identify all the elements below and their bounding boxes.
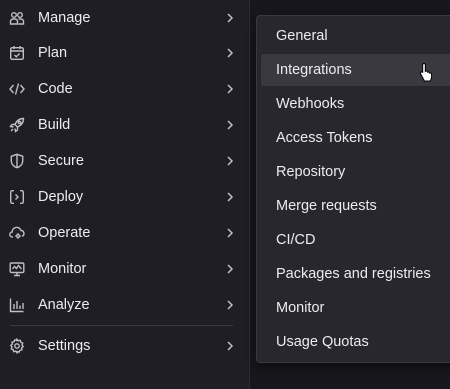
calendar-check-icon bbox=[9, 45, 25, 61]
sidebar-item-secure[interactable]: Secure bbox=[0, 145, 249, 177]
flyout-item-label: General bbox=[276, 28, 328, 44]
chevron-right-icon bbox=[224, 191, 236, 203]
flyout-item-repository[interactable]: Repository bbox=[261, 156, 450, 188]
flyout-item-label: Merge requests bbox=[276, 198, 377, 214]
gear-icon bbox=[9, 338, 25, 354]
flyout-item-general[interactable]: General bbox=[261, 20, 450, 52]
chevron-right-icon bbox=[224, 119, 236, 131]
sidebar: Manage Plan Code Build Secure Deploy Ope… bbox=[0, 0, 250, 389]
sidebar-item-label: Operate bbox=[38, 225, 91, 241]
chevron-right-icon bbox=[224, 47, 236, 59]
flyout-item-access-tokens[interactable]: Access Tokens bbox=[261, 122, 450, 154]
chevron-right-icon bbox=[224, 227, 236, 239]
users-icon bbox=[9, 10, 25, 26]
sidebar-item-build[interactable]: Build bbox=[0, 109, 249, 141]
flyout-item-label: Packages and registries bbox=[276, 266, 431, 282]
chevron-right-icon bbox=[224, 340, 236, 352]
sidebar-item-operate[interactable]: Operate bbox=[0, 217, 249, 249]
flyout-item-label: Monitor bbox=[276, 300, 325, 316]
sidebar-item-label: Settings bbox=[38, 338, 91, 354]
shield-icon bbox=[9, 153, 25, 169]
flyout-item-label: Usage Quotas bbox=[276, 334, 369, 350]
sidebar-divider bbox=[10, 325, 233, 326]
chevron-right-icon bbox=[224, 155, 236, 167]
chevron-right-icon bbox=[224, 83, 236, 95]
sidebar-item-monitor[interactable]: Monitor bbox=[0, 253, 249, 285]
code-icon bbox=[9, 81, 25, 97]
sidebar-item-label: Build bbox=[38, 117, 71, 133]
sidebar-item-label: Deploy bbox=[38, 189, 84, 205]
rocket-icon bbox=[9, 117, 25, 133]
app-root: Manage Plan Code Build Secure Deploy Ope… bbox=[0, 0, 450, 389]
flyout-item-label: Repository bbox=[276, 164, 346, 180]
flyout-item-usage-quotas[interactable]: Usage Quotas bbox=[261, 326, 450, 358]
flyout-item-packages-and-registries[interactable]: Packages and registries bbox=[261, 258, 450, 290]
sidebar-item-code[interactable]: Code bbox=[0, 73, 249, 105]
cloud-gear-icon bbox=[9, 225, 25, 241]
flyout-item-webhooks[interactable]: Webhooks bbox=[261, 88, 450, 120]
sidebar-item-label: Manage bbox=[38, 10, 91, 26]
flyout-item-monitor[interactable]: Monitor bbox=[261, 292, 450, 324]
sidebar-item-analyze[interactable]: Analyze bbox=[0, 289, 249, 321]
sidebar-item-plan[interactable]: Plan bbox=[0, 37, 249, 69]
sidebar-item-manage[interactable]: Manage bbox=[0, 2, 249, 34]
sidebar-item-label: Plan bbox=[38, 45, 68, 61]
hand-pointer-cursor-icon bbox=[419, 62, 433, 82]
flyout-item-merge-requests[interactable]: Merge requests bbox=[261, 190, 450, 222]
sidebar-item-label: Secure bbox=[38, 153, 84, 169]
sidebar-item-label: Code bbox=[38, 81, 73, 97]
chevron-right-icon bbox=[224, 299, 236, 311]
chevron-right-icon bbox=[224, 12, 236, 24]
monitor-icon bbox=[9, 261, 25, 277]
deploy-icon bbox=[9, 189, 25, 205]
flyout-item-label: CI/CD bbox=[276, 232, 316, 248]
chevron-right-icon bbox=[224, 263, 236, 275]
flyout-item-label: Access Tokens bbox=[276, 130, 373, 146]
sidebar-item-label: Monitor bbox=[38, 261, 87, 277]
flyout-item-ci-cd[interactable]: CI/CD bbox=[261, 224, 450, 256]
sidebar-item-settings[interactable]: Settings bbox=[0, 330, 249, 362]
chart-icon bbox=[9, 297, 25, 313]
sidebar-item-label: Analyze bbox=[38, 297, 90, 313]
sidebar-item-deploy[interactable]: Deploy bbox=[0, 181, 249, 213]
flyout-item-label: Webhooks bbox=[276, 96, 345, 112]
flyout-item-label: Integrations bbox=[276, 62, 352, 78]
